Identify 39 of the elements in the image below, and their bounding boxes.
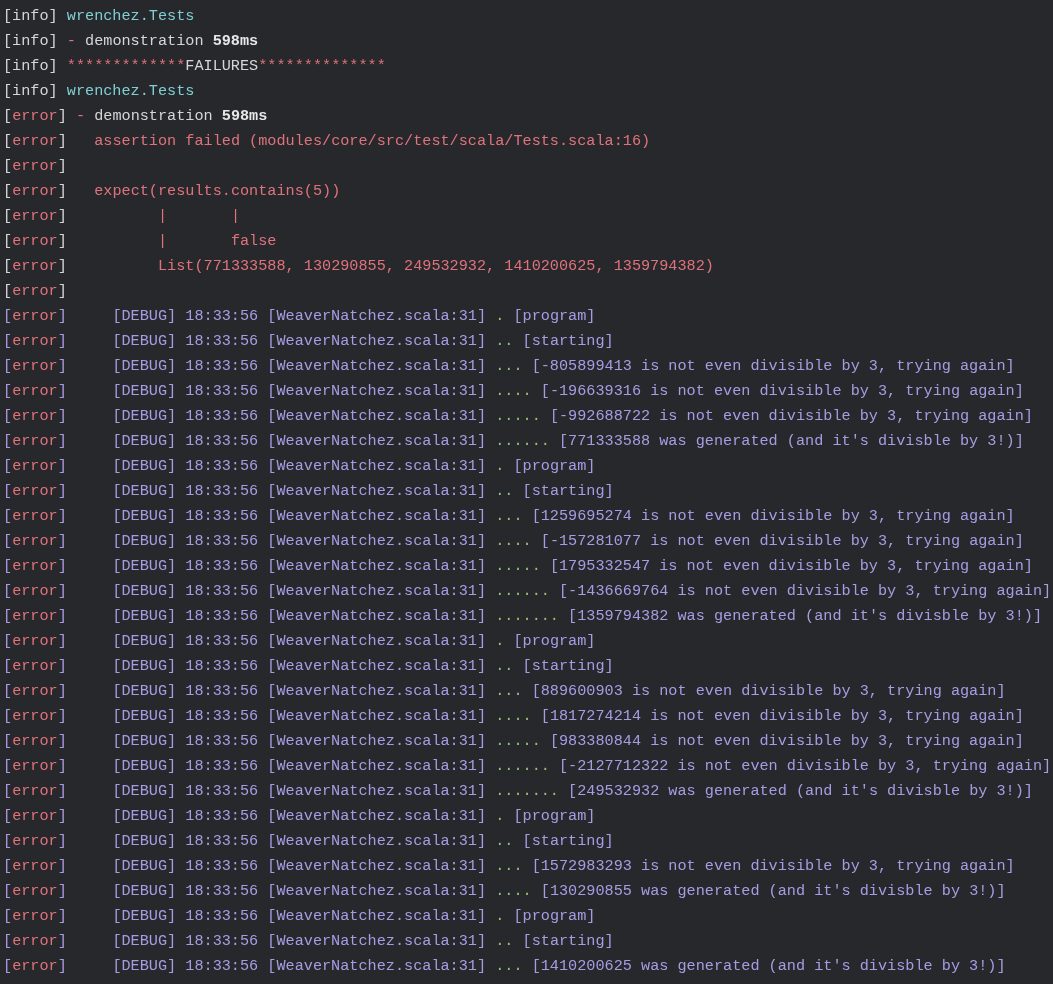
log-line: [error] - demonstration 598ms bbox=[3, 106, 268, 127]
log-line: [error] [DEBUG] 18:33:56 [WeaverNatchez.scala:31] ... [1259695274 is not even divisible by 3, trying again] bbox=[3, 506, 1015, 527]
log-line: [error] [DEBUG] 18:33:56 [WeaverNatchez.scala:31] ....... [249532932 was generated (and it's divisble by 3!)] bbox=[3, 781, 1033, 802]
log-line: [error] | false bbox=[3, 231, 277, 252]
log-line: [error] List(771333588, 130290855, 249532932, 1410200625, 1359794382) bbox=[3, 256, 714, 277]
log-line: [error] [DEBUG] 18:33:56 [WeaverNatchez.scala:31] .... [130290855 was generated (and it's divisble by 3!)] bbox=[3, 881, 1006, 902]
log-line: [error] [DEBUG] 18:33:56 [WeaverNatchez.scala:31] .. [starting] bbox=[3, 831, 614, 852]
log-line: [error] [DEBUG] 18:33:56 [WeaverNatchez.scala:31] ... [-805899413 is not even divisible by 3, trying again] bbox=[3, 356, 1015, 377]
log-line: [error] [DEBUG] 18:33:56 [WeaverNatchez.scala:31] ..... [1795332547 is not even divisible by 3, trying again] bbox=[3, 556, 1033, 577]
log-line: [error] bbox=[3, 281, 67, 302]
log-line: [error] [DEBUG] 18:33:56 [WeaverNatchez.scala:31] . [program] bbox=[3, 906, 596, 927]
log-line: [error] [DEBUG] 18:33:56 [WeaverNatchez.scala:31] ...... [-1436669764 is not even divisible by 3, trying again] bbox=[3, 581, 1052, 602]
log-line: [error] [DEBUG] 18:33:56 [WeaverNatchez.scala:31] ....... [1359794382 was generated (and it's divisble by 3!)] bbox=[3, 606, 1043, 627]
log-line: [info] wrenchez.Tests bbox=[3, 6, 195, 27]
log-line: [error] [DEBUG] 18:33:56 [WeaverNatchez.scala:31] ... [1410200625 was generated (and it's divisble by 3!)] bbox=[3, 956, 1006, 977]
log-line: [error] assertion failed (modules/core/src/test/scala/Tests.scala:16) bbox=[3, 131, 651, 152]
log-line: [error] [DEBUG] 18:33:56 [WeaverNatchez.scala:31] ..... [983380844 is not even divisible by 3, trying again] bbox=[3, 731, 1024, 752]
log-line: [info] *************FAILURES************** bbox=[3, 56, 386, 77]
log-line: [info] wrenchez.Tests bbox=[3, 81, 195, 102]
log-line: [info] - demonstration 598ms bbox=[3, 31, 259, 52]
log-line: [error] [DEBUG] 18:33:56 [WeaverNatchez.scala:31] .... [-157281077 is not even divisible by 3, trying again] bbox=[3, 531, 1024, 552]
log-line: [error] bbox=[3, 156, 67, 177]
log-line: [error] [DEBUG] 18:33:56 [WeaverNatchez.scala:31] . [program] bbox=[3, 306, 596, 327]
log-line: [error] [DEBUG] 18:33:56 [WeaverNatchez.scala:31] ... [889600903 is not even divisible by 3, trying again] bbox=[3, 681, 1006, 702]
log-line: [error] [DEBUG] 18:33:56 [WeaverNatchez.scala:31] .. [starting] bbox=[3, 481, 614, 502]
log-line: [error] [DEBUG] 18:33:56 [WeaverNatchez.scala:31] ...... [-2127712322 is not even divisible by 3, trying again] bbox=[3, 756, 1052, 777]
log-line: [error] [DEBUG] 18:33:56 [WeaverNatchez.scala:31] ...... [771333588 was generated (and it's divisble by 3!)] bbox=[3, 431, 1024, 452]
log-line: [error] [DEBUG] 18:33:56 [WeaverNatchez.scala:31] .... [-196639316 is not even divisible by 3, trying again] bbox=[3, 381, 1024, 402]
log-line: [error] [DEBUG] 18:33:56 [WeaverNatchez.scala:31] ..... [-992688722 is not even divisible by 3, trying again] bbox=[3, 406, 1033, 427]
log-line: [error] [DEBUG] 18:33:56 [WeaverNatchez.scala:31] .. [starting] bbox=[3, 931, 614, 952]
log-line: [error] [DEBUG] 18:33:56 [WeaverNatchez.scala:31] .. [starting] bbox=[3, 331, 614, 352]
log-line: [error] [DEBUG] 18:33:56 [WeaverNatchez.scala:31] . [program] bbox=[3, 456, 596, 477]
log-line: [error] [DEBUG] 18:33:56 [WeaverNatchez.scala:31] ... [1572983293 is not even divisible by 3, trying again] bbox=[3, 856, 1015, 877]
log-line: [error] [DEBUG] 18:33:56 [WeaverNatchez.scala:31] .. [starting] bbox=[3, 656, 614, 677]
log-line: [error] [DEBUG] 18:33:56 [WeaverNatchez.scala:31] . [program] bbox=[3, 806, 596, 827]
log-line: [error] | | bbox=[3, 206, 240, 227]
log-line: [error] [DEBUG] 18:33:56 [WeaverNatchez.scala:31] .... [1817274214 is not even divisible by 3, trying again] bbox=[3, 706, 1024, 727]
log-line: [error] expect(results.contains(5)) bbox=[3, 181, 341, 202]
log-line: [error] [DEBUG] 18:33:56 [WeaverNatchez.scala:31] . [program] bbox=[3, 631, 596, 652]
